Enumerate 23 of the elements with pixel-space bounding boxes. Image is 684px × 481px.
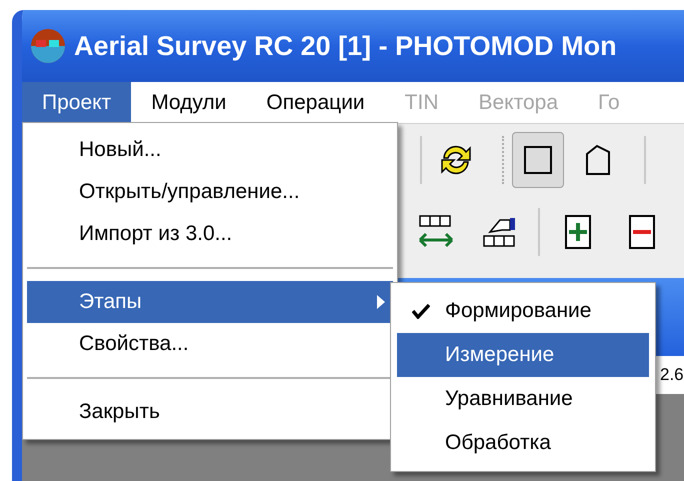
menu-item[interactable]: Новый... xyxy=(27,129,393,171)
menu-item[interactable]: Импорт из 3.0... xyxy=(27,213,393,255)
menu-item[interactable]: Открыть/управление... xyxy=(27,171,393,213)
submenu-item[interactable]: Уравнивание xyxy=(397,377,649,421)
square-icon xyxy=(523,145,553,175)
submenu-arrow-icon xyxy=(377,295,385,309)
checkmark-icon xyxy=(412,303,430,319)
field-value: 2.6 xyxy=(660,364,684,386)
rectangle-button[interactable] xyxy=(512,132,564,188)
submenu-item[interactable]: Формирование xyxy=(397,289,649,333)
menu-bar-item[interactable]: Модули xyxy=(131,82,246,123)
pentagon-icon xyxy=(583,144,613,176)
menu-item[interactable]: Этапы xyxy=(27,281,393,323)
submenu-item[interactable]: Обработка xyxy=(397,421,649,465)
submenu-item[interactable]: Измерение xyxy=(397,333,649,377)
menu-item[interactable]: Закрыть xyxy=(27,391,393,433)
app-logo-icon xyxy=(30,28,66,64)
plus-icon xyxy=(564,214,592,250)
minus-icon xyxy=(628,214,656,250)
menu-item[interactable]: Свойства... xyxy=(27,323,393,365)
window-title: Aerial Survey RC 20 [1] - PHOTOMOD Mon xyxy=(74,30,617,63)
menu-bar-item[interactable]: Операции xyxy=(246,82,385,123)
menu-bar-item[interactable]: Проект xyxy=(22,82,132,123)
